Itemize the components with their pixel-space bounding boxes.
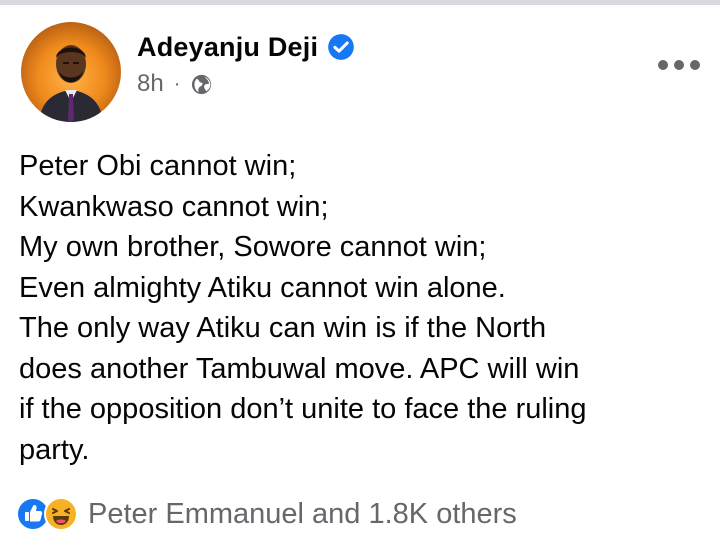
meta-separator: · [173, 72, 181, 95]
more-dot-icon [674, 60, 684, 70]
post-timestamp[interactable]: 8h [137, 70, 164, 98]
avatar-photo [39, 45, 103, 122]
post-line: does another Tambuwal move. APC will win [19, 352, 580, 385]
post-header-name-row: Adeyanju Deji [137, 30, 355, 64]
post-body: Peter Obi cannot win; Kwankwaso cannot w… [19, 146, 709, 470]
author-name[interactable]: Adeyanju Deji [137, 32, 318, 63]
globe-icon [190, 73, 213, 96]
post-line: My own brother, Sowore cannot win; [19, 231, 487, 263]
post-meta: 8h · [137, 70, 213, 98]
more-options-button[interactable] [658, 57, 700, 73]
more-dot-icon [658, 60, 668, 70]
avatar[interactable] [21, 22, 121, 122]
post-line: The only way Atiku can win is if the Nor… [19, 312, 547, 344]
top-divider [0, 0, 720, 5]
reactions-text[interactable]: Peter Emmanuel and 1.8K others [88, 498, 517, 531]
haha-icon [44, 497, 78, 531]
post-line: if the opposition don’t unite to face th… [19, 393, 587, 425]
post-line: Even almighty Atiku cannot win alone. [19, 271, 506, 304]
post-line: Kwankwaso cannot win; [19, 190, 329, 223]
reactions-summary[interactable]: Peter Emmanuel and 1.8K others [16, 496, 517, 532]
more-dot-icon [690, 60, 700, 70]
verified-badge-icon [327, 33, 355, 61]
post-line: party. [19, 433, 90, 466]
post-line: Peter Obi cannot win; [19, 150, 297, 182]
